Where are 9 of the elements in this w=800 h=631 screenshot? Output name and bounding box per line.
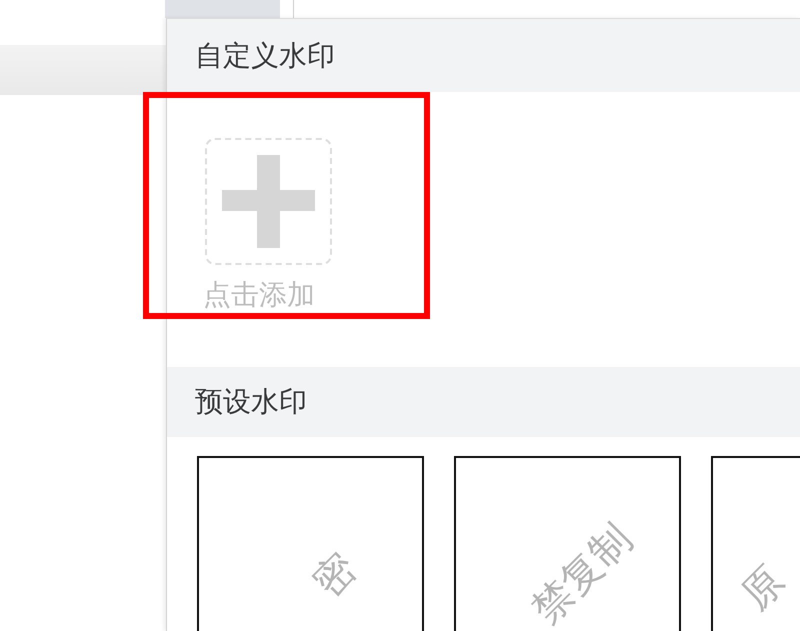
selected-tab[interactable] [165, 0, 280, 18]
section-title: 预设水印 [195, 385, 307, 419]
section-title: 自定义水印 [195, 38, 335, 72]
add-label: 点击添加 [203, 281, 315, 309]
watermark-preset[interactable]: 禁复制 [454, 456, 681, 631]
watermark-preset[interactable]: 原 [711, 456, 800, 631]
plus-icon [222, 155, 315, 248]
add-watermark-button[interactable] [205, 138, 332, 265]
watermark-preset[interactable]: 密 [197, 456, 424, 631]
